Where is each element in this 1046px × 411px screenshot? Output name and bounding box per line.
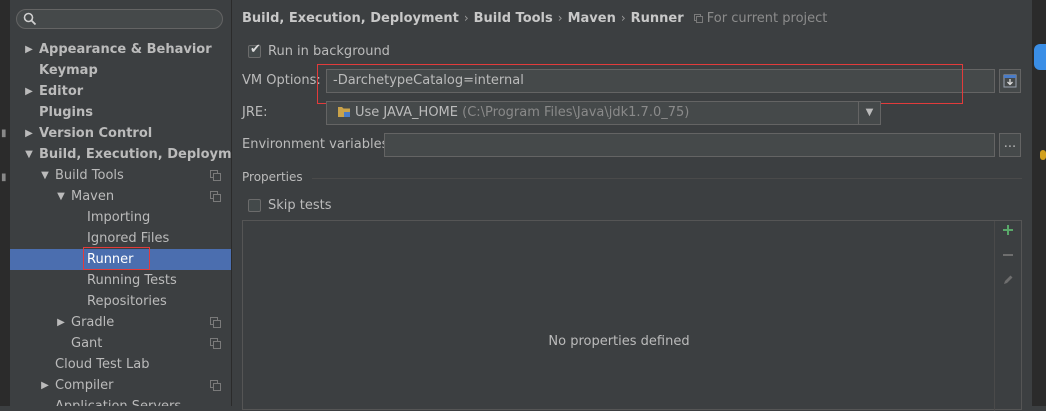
jre-label: JRE: <box>242 105 268 120</box>
sidebar-item-gant[interactable]: Gant <box>10 333 231 354</box>
sidebar-item-build-execution-deployment[interactable]: ▼ Build, Execution, Deployment <box>10 144 231 165</box>
expand-arrow-icon[interactable]: ▶ <box>23 81 35 102</box>
sidebar-item-label: Running Tests <box>87 273 177 288</box>
vm-options-label: VM Options: <box>242 73 321 88</box>
sidebar-item-label: Importing <box>87 210 151 225</box>
sidebar-item-label: Build Tools <box>55 168 124 183</box>
jre-dropdown-button[interactable]: ▼ <box>858 101 881 125</box>
breadcrumb-separator: › <box>463 11 469 25</box>
project-level-icon <box>210 380 221 391</box>
skip-tests-label[interactable]: Skip tests <box>268 198 332 213</box>
add-property-button[interactable] <box>995 221 1021 243</box>
search-icon <box>23 12 37 26</box>
jre-value: Use JAVA_HOME <box>355 105 458 120</box>
sidebar-item-label: Repositories <box>87 294 167 309</box>
sidebar-item-ignored-files[interactable]: Ignored Files <box>10 228 231 249</box>
left-window-edge: ▮ ▮ <box>0 0 10 406</box>
chevron-down-icon: ▼ <box>865 107 874 118</box>
collapse-arrow-icon[interactable]: ▼ <box>55 186 67 207</box>
edge-marker: ▮ <box>1 172 7 183</box>
project-level-icon <box>210 317 221 328</box>
status-marker <box>1040 150 1046 160</box>
runner-settings-panel: Build, Execution, Deployment › Build Tools… <box>232 0 1032 411</box>
sidebar-item-label: Plugins <box>39 105 93 120</box>
notification-tab[interactable] <box>1034 44 1046 70</box>
environment-variables-browse-button[interactable]: ... <box>999 133 1021 157</box>
breadcrumb-separator: › <box>557 11 563 25</box>
sidebar-item-label: Gant <box>71 336 103 351</box>
vm-options-highlight-box <box>317 64 963 104</box>
sidebar-item-label: Cloud Test Lab <box>55 357 150 372</box>
sidebar-item-label: Version Control <box>39 126 153 141</box>
plus-icon <box>1003 225 1013 235</box>
breadcrumb-separator: › <box>620 11 626 25</box>
run-in-background-checkbox[interactable]: ✔ <box>248 42 261 58</box>
sidebar-item-label: Gradle <box>71 315 115 330</box>
skip-tests-checkbox[interactable] <box>248 199 261 212</box>
project-scope: For current project <box>693 11 828 26</box>
properties-toolbar <box>994 221 1021 411</box>
expand-arrow-icon[interactable]: ▶ <box>23 39 35 60</box>
settings-search-input[interactable] <box>16 9 223 29</box>
sidebar-item-version-control[interactable]: ▶ Version Control <box>10 123 231 144</box>
sidebar-item-importing[interactable]: Importing <box>10 207 231 228</box>
environment-variables-label: Environment variables: <box>242 137 393 152</box>
environment-variables-input[interactable] <box>384 133 995 157</box>
edge-marker: ▮ <box>1 128 7 139</box>
folder-icon <box>338 107 350 117</box>
properties-title: Properties <box>242 170 303 184</box>
edit-property-button[interactable] <box>995 271 1021 293</box>
sidebar-item-label: Application Servers <box>55 396 181 406</box>
sidebar-item-label: Build, Execution, Deployment <box>39 147 232 162</box>
project-level-icon <box>210 338 221 349</box>
minus-icon <box>1003 254 1013 256</box>
properties-table[interactable]: No properties defined <box>242 220 1022 411</box>
sidebar-item-label: Keymap <box>39 63 98 78</box>
expand-arrow-icon[interactable]: ▶ <box>55 312 67 333</box>
pencil-icon <box>1004 275 1013 284</box>
sidebar-item-keymap[interactable]: Keymap <box>10 60 231 81</box>
jre-select[interactable]: Use JAVA_HOME (C:\Program Files\Java\jdk… <box>326 101 881 125</box>
sidebar-item-build-tools[interactable]: ▼ Build Tools <box>10 165 231 186</box>
expand-field-icon <box>1003 74 1017 88</box>
sidebar-item-editor[interactable]: ▶ Editor <box>10 81 231 102</box>
expand-vm-options-button[interactable] <box>999 69 1021 93</box>
sidebar-item-maven[interactable]: ▼ Maven <box>10 186 231 207</box>
settings-sidebar: ▶ Appearance & Behavior Keymap ▶ Editor … <box>10 0 232 406</box>
runner-highlight-box <box>83 247 150 270</box>
project-scope-label: For current project <box>706 11 828 26</box>
properties-divider <box>312 178 1022 179</box>
sidebar-item-label: Maven <box>71 189 115 204</box>
collapse-arrow-icon[interactable]: ▼ <box>39 165 51 186</box>
run-in-background-label[interactable]: Run in background <box>268 44 390 59</box>
breadcrumb: Build, Execution, Deployment › Build Tools… <box>242 11 827 26</box>
empty-properties-message: No properties defined <box>548 334 690 349</box>
sidebar-item-compiler[interactable]: ▶ Compiler <box>10 375 231 396</box>
sidebar-item-label: Ignored Files <box>87 231 170 246</box>
jre-path: (C:\Program Files\Java\jdk1.7.0_75) <box>462 105 690 120</box>
breadcrumb-item: Build, Execution, Deployment <box>242 11 459 26</box>
sidebar-item-appearance-behavior[interactable]: ▶ Appearance & Behavior <box>10 39 231 60</box>
sidebar-item-label: Compiler <box>55 378 114 393</box>
breadcrumb-item: Build Tools <box>473 11 553 26</box>
remove-property-button[interactable] <box>995 246 1021 268</box>
project-scope-icon <box>693 14 703 23</box>
sidebar-item-label: Appearance & Behavior <box>39 42 212 57</box>
right-window-edge <box>1032 0 1046 406</box>
sidebar-item-running-tests[interactable]: Running Tests <box>10 270 231 291</box>
sidebar-item-label: Editor <box>39 84 84 99</box>
sidebar-item-plugins[interactable]: Plugins <box>10 102 231 123</box>
checkmark-icon: ✔ <box>250 42 261 57</box>
project-level-icon <box>210 191 221 202</box>
project-level-icon <box>210 170 221 181</box>
sidebar-item-application-servers[interactable]: Application Servers <box>10 396 231 406</box>
sidebar-item-cloud-test-lab[interactable]: Cloud Test Lab <box>10 354 231 375</box>
collapse-arrow-icon[interactable]: ▼ <box>23 144 35 165</box>
breadcrumb-item: Maven <box>567 11 616 26</box>
sidebar-item-repositories[interactable]: Repositories <box>10 291 231 312</box>
breadcrumb-item: Runner <box>630 11 684 26</box>
expand-arrow-icon[interactable]: ▶ <box>39 375 51 396</box>
sidebar-item-gradle[interactable]: ▶ Gradle <box>10 312 231 333</box>
expand-arrow-icon[interactable]: ▶ <box>23 123 35 144</box>
